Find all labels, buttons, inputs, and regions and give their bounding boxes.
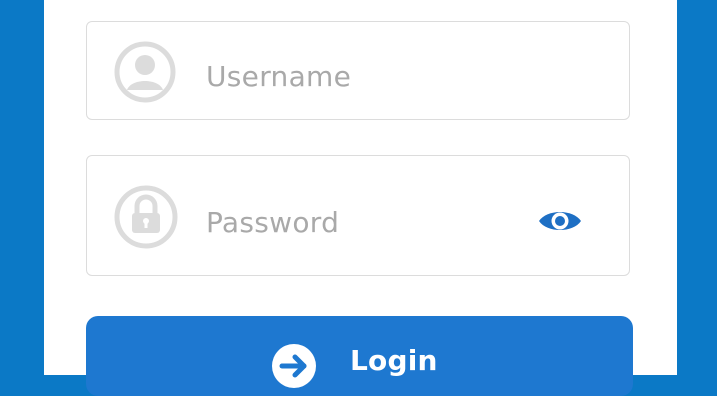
username-field[interactable]: Username: [86, 21, 630, 120]
login-panel: Username Password Login: [44, 0, 677, 396]
password-field[interactable]: Password: [86, 155, 630, 276]
login-button-label: Login: [350, 344, 438, 377]
arrow-right-circle-icon: [271, 343, 317, 393]
password-placeholder: Password: [206, 206, 340, 239]
login-button[interactable]: Login: [86, 316, 633, 396]
user-circle-icon: [113, 40, 177, 108]
username-placeholder: Username: [206, 60, 352, 93]
eye-icon[interactable]: [537, 206, 583, 240]
padlock-icon: [113, 184, 179, 254]
